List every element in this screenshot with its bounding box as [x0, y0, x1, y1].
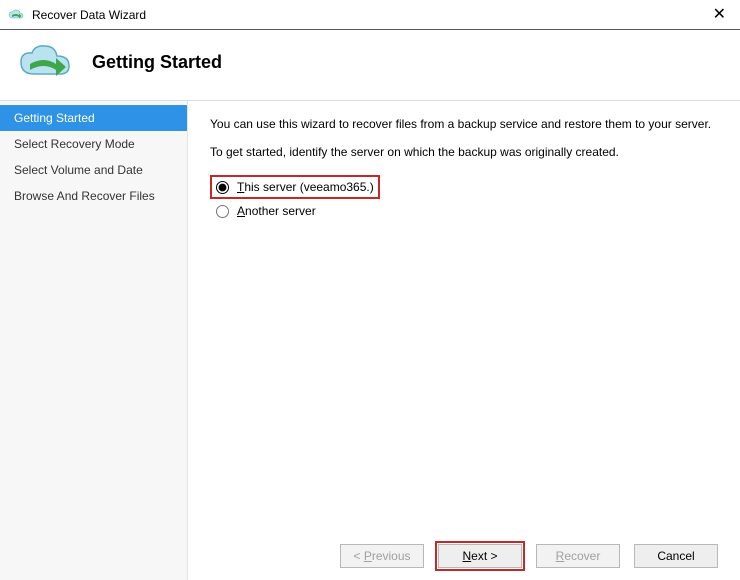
previous-button: < Previous	[340, 544, 424, 568]
server-option-label-0: This server (veeamo365.)	[237, 180, 374, 194]
intro-text: You can use this wizard to recover files…	[210, 117, 718, 131]
wizard-footer: < Previous Next > Recover Cancel	[340, 544, 718, 568]
window-title: Recover Data Wizard	[32, 8, 707, 22]
server-option-1[interactable]: Another server	[210, 199, 322, 223]
server-option-radio-1[interactable]	[216, 205, 229, 218]
wizard-body: Getting StartedSelect Recovery ModeSelec…	[0, 100, 740, 580]
server-option-radio-0[interactable]	[216, 181, 229, 194]
instruction-text: To get started, identify the server on w…	[210, 145, 718, 159]
sidebar-step-1[interactable]: Select Recovery Mode	[0, 131, 187, 157]
sidebar: Getting StartedSelect Recovery ModeSelec…	[0, 101, 188, 580]
close-icon[interactable]: ✕	[707, 7, 732, 23]
recover-button: Recover	[536, 544, 620, 568]
header-cloud-icon	[18, 42, 74, 82]
page-title: Getting Started	[92, 52, 222, 73]
main-panel: You can use this wizard to recover files…	[188, 101, 740, 580]
app-cloud-icon	[8, 7, 24, 23]
server-option-0[interactable]: This server (veeamo365.)	[210, 175, 380, 199]
sidebar-step-0[interactable]: Getting Started	[0, 105, 187, 131]
wizard-header: Getting Started	[0, 30, 740, 100]
titlebar: Recover Data Wizard ✕	[0, 0, 740, 30]
sidebar-step-3[interactable]: Browse And Recover Files	[0, 183, 187, 209]
server-radio-group: This server (veeamo365.) Another server	[210, 175, 718, 223]
next-button[interactable]: Next >	[438, 544, 522, 568]
sidebar-step-2[interactable]: Select Volume and Date	[0, 157, 187, 183]
cancel-button[interactable]: Cancel	[634, 544, 718, 568]
server-option-label-1: Another server	[237, 204, 316, 218]
